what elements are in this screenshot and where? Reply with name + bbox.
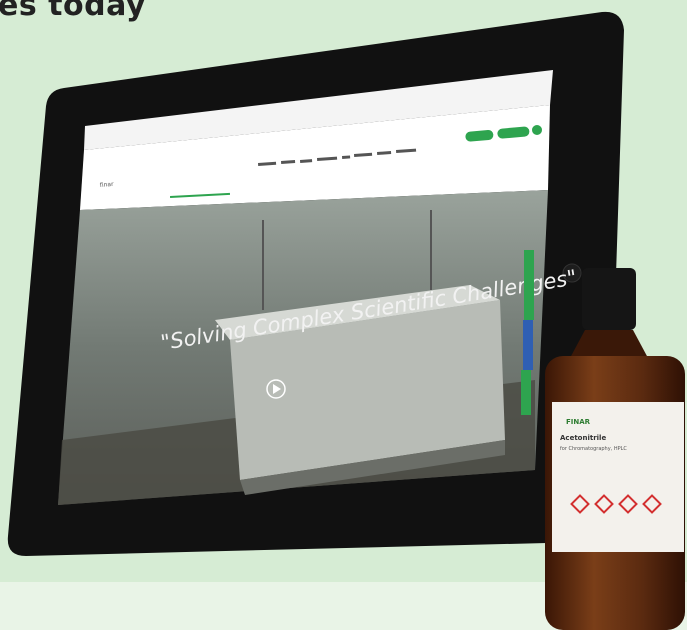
tablet-illustration: finar "Solving Complex Scientific Challe… <box>7 11 685 630</box>
side-tab-green-2 <box>521 370 531 415</box>
user-icon <box>532 125 542 135</box>
bottle-brand: FINAR <box>566 418 591 426</box>
site-logo: finar <box>100 181 115 189</box>
bottle-cap <box>582 268 636 330</box>
bottle-product: Acetonitrile <box>560 434 606 442</box>
bottle-subtitle: for Chromatography, HPLC <box>560 446 627 452</box>
side-tab-green <box>524 250 534 320</box>
side-tab-blue <box>523 320 533 370</box>
antenna-2 <box>430 210 432 290</box>
antenna-1 <box>262 220 264 310</box>
